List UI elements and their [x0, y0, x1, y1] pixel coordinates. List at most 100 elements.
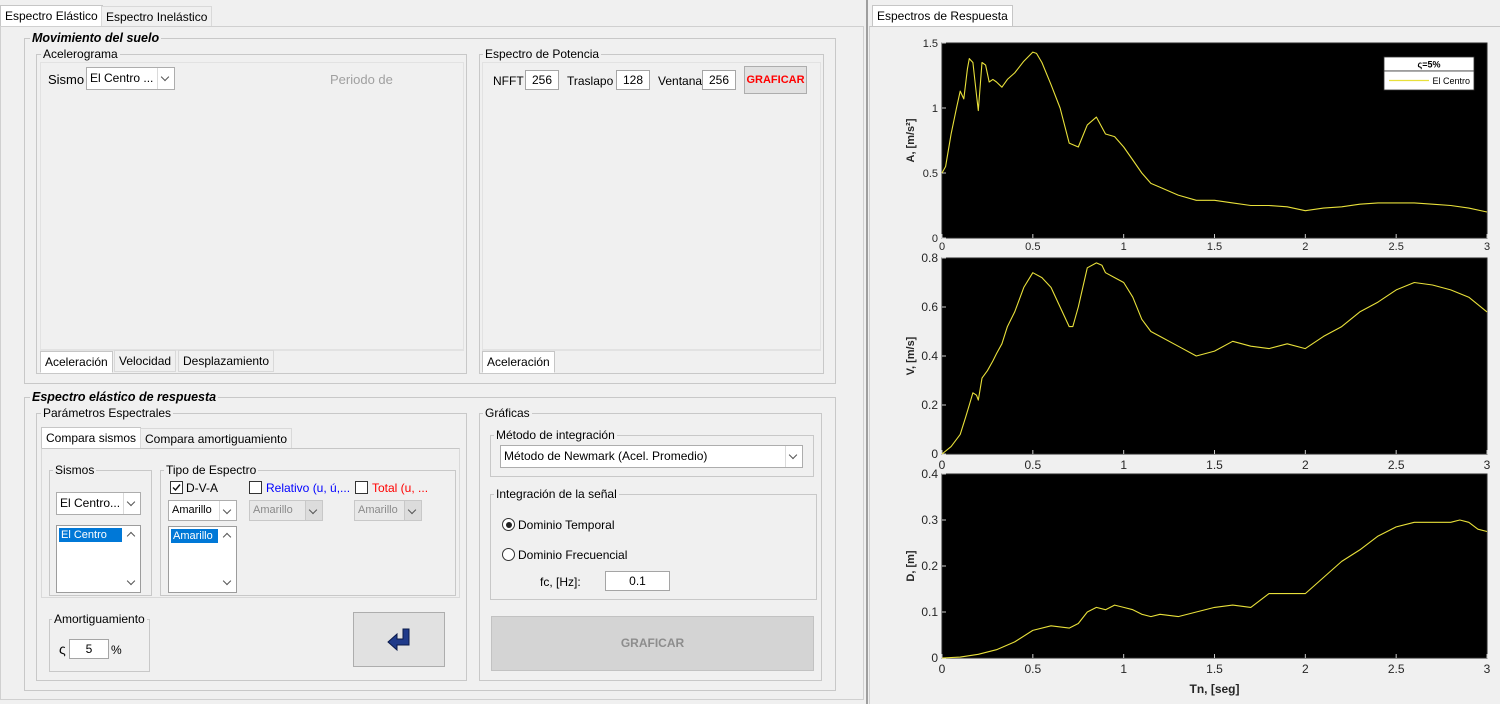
y-axis-label: V, [m/s] [905, 336, 917, 375]
sismos-select[interactable]: El Centro... [56, 492, 141, 515]
acelerograma-plot-area [40, 62, 464, 350]
sismos-select-value: El Centro... [60, 496, 121, 510]
chevron-down-icon [219, 501, 236, 520]
splitter[interactable] [866, 0, 868, 704]
x-tick-label: 0.5 [1024, 458, 1041, 472]
traslapo-field[interactable]: 128 [616, 70, 650, 90]
sismo-select[interactable]: El Centro ... [86, 67, 175, 90]
damping-field[interactable]: 5 [69, 639, 109, 659]
tab-espectros-respuesta[interactable]: Espectros de Respuesta [872, 5, 1013, 27]
graficar-button[interactable]: GRAFICAR [491, 616, 814, 671]
relativo-label: Relativo (u, ú,... [266, 481, 351, 495]
dva-color-value: Amarillo [172, 504, 212, 516]
chevron-down-icon [404, 501, 421, 520]
tab-desplazamiento[interactable]: Desplazamiento [178, 350, 275, 372]
x-axis-label: Tn, [seg] [1190, 682, 1240, 696]
y-axis-label: D, [m] [905, 550, 917, 582]
y-tick-label: 0.4 [921, 349, 938, 363]
tab-espectro-inelastico[interactable]: Espectro Inelástico [101, 6, 213, 27]
damping-symbol: ς [59, 641, 66, 657]
tab-aceleracion[interactable]: Aceleración [40, 351, 113, 373]
x-tick-label: 2 [1302, 241, 1308, 253]
amortiguamiento-title: Amortiguamiento [52, 612, 147, 626]
graficas-title: Gráficas [483, 406, 532, 420]
tipo-title: Tipo de Espectro [164, 463, 259, 477]
fc-field[interactable]: 0.1 [605, 571, 670, 591]
chevron-down-icon [157, 68, 174, 89]
tab-potencia-aceleracion[interactable]: Aceleración [482, 351, 555, 373]
relativo-color-select[interactable]: Amarillo [249, 500, 323, 521]
total-label: Total (u, ... [372, 481, 429, 495]
sismos-list[interactable]: El Centro [56, 525, 141, 593]
metodo-title: Método de integración [494, 428, 617, 442]
x-tick-label: 0 [939, 458, 946, 472]
chevron-down-icon [126, 576, 136, 586]
dominio-frecuencial-label: Dominio Frecuencial [518, 548, 628, 562]
nfft-field[interactable]: 256 [525, 70, 559, 90]
x-tick-label: 2 [1302, 458, 1309, 472]
movimiento-title: Movimiento del suelo [30, 31, 162, 45]
potencia-graficar-button[interactable]: GRAFICAR [744, 66, 807, 94]
list-item[interactable]: El Centro [59, 528, 122, 542]
traslapo-label: Traslapo [567, 74, 614, 88]
response-spectra-plots: 0 0.5 1 1.5 2 2.5 3 0 0.5 1 1.5 A, [m/s²] ς=5% El Cen… [905, 38, 1491, 696]
periodo-label: Periodo de [330, 72, 393, 87]
dominio-temporal-label: Dominio Temporal [518, 518, 615, 532]
relativo-color-value: Amarillo [253, 504, 293, 516]
x-tick-label: 1 [1120, 458, 1127, 472]
metodo-select[interactable]: Método de Newmark (Acel. Promedio) [500, 445, 803, 468]
y-tick-label: 0.3 [921, 513, 938, 527]
y-tick-label: 1 [932, 103, 938, 115]
y-tick-label: 0 [931, 447, 938, 461]
chevron-down-icon [222, 576, 232, 586]
dva-checkbox[interactable] [170, 481, 183, 494]
x-tick-label: 2.5 [1388, 662, 1405, 676]
x-tick-label: 1 [1120, 662, 1127, 676]
x-tick-label: 0 [939, 662, 946, 676]
x-tick-label: 1 [1121, 241, 1127, 253]
y-tick-label: 0.4 [921, 467, 938, 481]
list-item[interactable]: Amarillo [171, 529, 218, 543]
tab-espectro-elastico[interactable]: Espectro Elástico [0, 5, 103, 27]
plot-axes-3 [941, 473, 1488, 659]
x-tick-label: 3 [1484, 662, 1491, 676]
tab-compara-sismos[interactable]: Compara sismos [41, 427, 142, 449]
x-tick-label: 3 [1484, 241, 1490, 253]
total-color-value: Amarillo [358, 504, 398, 516]
total-checkbox[interactable] [355, 481, 368, 494]
chevron-down-icon [785, 446, 802, 467]
y-tick-label: 0.8 [921, 251, 938, 265]
tab-velocidad[interactable]: Velocidad [114, 350, 177, 372]
dominio-temporal-radio[interactable] [502, 518, 515, 531]
total-color-select[interactable]: Amarillo [354, 500, 422, 521]
dominio-frecuencial-radio[interactable] [502, 548, 515, 561]
y-axis-label: A, [m/s²] [905, 118, 917, 162]
x-tick-label: 0.5 [1024, 662, 1041, 676]
dva-color-select[interactable]: Amarillo [168, 500, 237, 521]
sismo-select-value: El Centro ... [90, 71, 154, 85]
x-tick-label: 3 [1484, 458, 1491, 472]
legend-entry: El Centro [1432, 76, 1470, 86]
x-tick-label: 2.5 [1388, 458, 1405, 472]
ventana-field[interactable]: 256 [702, 70, 736, 90]
scrollbar[interactable] [220, 528, 235, 591]
elastico-title: Espectro elástico de respuesta [30, 390, 219, 404]
tipo-color-list[interactable]: Amarillo [168, 526, 237, 593]
y-tick-label: 0 [932, 233, 938, 245]
y-tick-label: 0.6 [921, 300, 938, 314]
acelerograma-title: Acelerograma [41, 47, 120, 61]
nfft-label: NFFT [493, 74, 524, 88]
fc-label: fc, [Hz]: [540, 575, 581, 589]
x-tick-label: 1.5 [1207, 241, 1222, 253]
enter-button[interactable] [353, 612, 445, 667]
tab-compara-amortiguamiento[interactable]: Compara amortiguamiento [140, 428, 293, 449]
sismo-label: Sismo [48, 72, 85, 87]
x-tick-label: 2.5 [1389, 241, 1404, 253]
x-tick-label: 0.5 [1025, 241, 1040, 253]
chevron-up-icon [126, 531, 136, 541]
relativo-checkbox[interactable] [249, 481, 262, 494]
scrollbar[interactable] [124, 527, 139, 591]
y-tick-label: 0.2 [921, 559, 938, 573]
chevron-down-icon [305, 501, 322, 520]
parametros-title: Parámetros Espectrales [41, 406, 174, 420]
